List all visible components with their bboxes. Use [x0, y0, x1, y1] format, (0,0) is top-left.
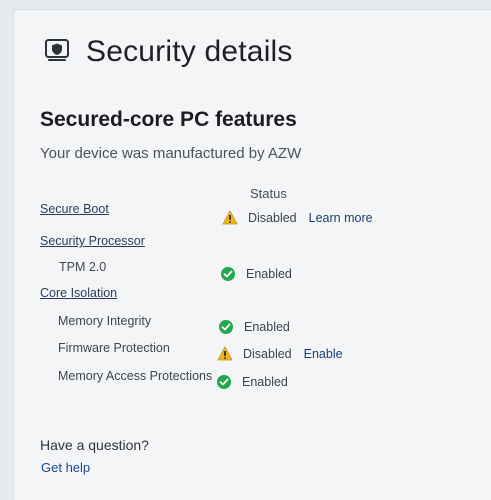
- section-title: Secured-core PC features: [40, 108, 297, 131]
- security-shield-icon: [44, 38, 70, 67]
- help-question: Have a question?: [40, 437, 149, 453]
- page-title: Security details: [86, 35, 293, 68]
- memory-access-protections-label: Memory Access Protections: [58, 369, 213, 383]
- secure-boot-label[interactable]: Secure Boot: [40, 202, 109, 216]
- status-column-header: Status: [250, 186, 287, 201]
- secure-boot-status: Disabled Learn more: [222, 210, 373, 226]
- check-icon: [218, 319, 234, 335]
- memory-integrity-label: Memory Integrity: [58, 314, 152, 328]
- tpm-label: TPM 2.0: [59, 260, 107, 274]
- memory-access-protections-status-text: Enabled: [242, 375, 288, 389]
- firmware-protection-label: Firmware Protection: [58, 341, 170, 355]
- security-details-window: Security details Secured-core PC feature…: [14, 10, 491, 500]
- memory-integrity-status-text: Enabled: [244, 320, 290, 334]
- check-icon: [216, 374, 232, 390]
- check-icon: [220, 266, 236, 282]
- security-processor-label[interactable]: Security Processor: [40, 234, 145, 248]
- tpm-status: Enabled: [220, 266, 292, 282]
- secure-boot-status-text: Disabled: [248, 211, 297, 225]
- core-isolation-label[interactable]: Core Isolation: [40, 286, 117, 300]
- memory-integrity-status: Enabled: [218, 319, 290, 335]
- manufacturer-description: Your device was manufactured by AZW: [40, 145, 302, 162]
- firmware-protection-status: Disabled Enable: [217, 346, 343, 362]
- get-help-link[interactable]: Get help: [41, 460, 90, 475]
- page-header: Security details: [44, 32, 293, 72]
- warning-icon: [222, 210, 238, 226]
- firmware-protection-status-text: Disabled: [243, 347, 292, 361]
- memory-access-protections-status: Enabled: [216, 374, 288, 390]
- tpm-status-text: Enabled: [246, 267, 292, 281]
- warning-icon: [217, 346, 233, 362]
- learn-more-link[interactable]: Learn more: [309, 211, 373, 225]
- enable-link[interactable]: Enable: [304, 347, 343, 361]
